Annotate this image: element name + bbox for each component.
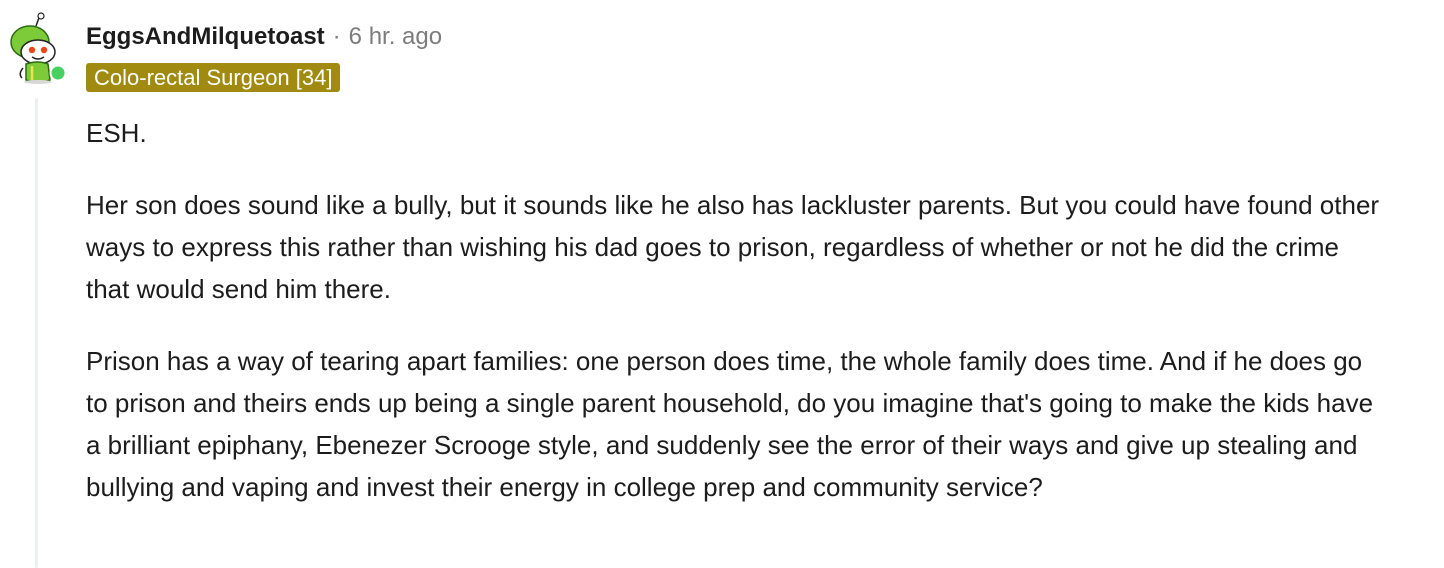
meta-separator: · (332, 23, 341, 50)
comment-body: ESH. Her son does sound like a bully, bu… (86, 112, 1386, 538)
comment-header: EggsAndMilquetoast · 6 hr. ago (86, 22, 442, 52)
user-flair: Colo-rectal Surgeon [34] (86, 63, 341, 92)
thread-line[interactable] (35, 98, 38, 568)
username-link[interactable]: EggsAndMilquetoast (86, 23, 325, 51)
comment-paragraph: Prison has a way of tearing apart famili… (86, 346, 1374, 502)
comment-paragraph: Her son does sound like a bully, but it … (86, 190, 1380, 304)
user-avatar[interactable] (8, 12, 72, 84)
comment-paragraph: ESH. (86, 118, 147, 148)
online-status-icon (49, 64, 67, 82)
comment: EggsAndMilquetoast · 6 hr. ago Colo-rect… (0, 0, 1444, 568)
comment-timestamp[interactable]: 6 hr. ago (349, 23, 442, 51)
